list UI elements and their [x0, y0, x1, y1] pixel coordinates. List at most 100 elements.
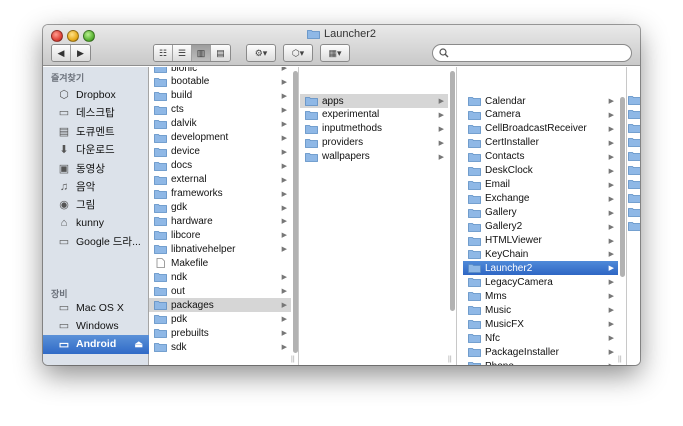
folder-item[interactable]: packages ▶: [149, 298, 291, 313]
folder-item[interactable]: Launcher2 ▶: [463, 261, 618, 276]
folder-item[interactable]: providers ▶: [300, 136, 448, 150]
icon-view-button[interactable]: ☷: [154, 45, 173, 61]
folder-item[interactable]: cts ▶: [149, 103, 291, 117]
folder-icon: [305, 152, 318, 162]
sidebar-item-android[interactable]: ▭ Android ⏏: [43, 334, 149, 354]
column-resize-handle[interactable]: ||: [448, 356, 452, 363]
folder-icon: [307, 30, 320, 39]
dropbox-menu-button[interactable]: ⬡▾: [283, 44, 313, 62]
folder-item[interactable]: Gallery ▶: [463, 206, 618, 220]
folder-item[interactable]: Nfc ▶: [463, 331, 618, 345]
folder-item[interactable]: LegacyCamera ▶: [463, 275, 618, 289]
folder-item[interactable]: Phone ▶: [463, 359, 618, 365]
item-name: docs: [171, 160, 193, 172]
item-name: build: [171, 90, 193, 102]
folder-item[interactable]: libcore ▶: [149, 228, 291, 242]
folder-item[interactable]: CellBroadcastReceiver ▶: [463, 122, 618, 136]
arrange-menu-button[interactable]: ▦▾: [320, 44, 350, 62]
folder-item[interactable]: hardware ▶: [149, 214, 291, 228]
folder-item[interactable]: Mms ▶: [463, 289, 618, 303]
item-name: CertInstaller: [485, 137, 539, 149]
disclosure-arrow-icon: ▶: [608, 125, 614, 133]
folder-item[interactable]: out ▶: [149, 284, 291, 298]
folder-icon: [468, 138, 481, 148]
sidebar-item-도큐멘트[interactable]: ▤ 도큐멘트: [43, 122, 149, 141]
folder-item[interactable]: build ▶: [149, 89, 291, 103]
folder-item[interactable]: bionic ▶: [149, 67, 291, 75]
folder-item[interactable]: Camera ▶: [463, 108, 618, 122]
folder-item[interactable]: frameworks ▶: [149, 187, 291, 201]
search-input[interactable]: [453, 46, 623, 60]
folder-item[interactable]: Exchange ▶: [463, 192, 618, 206]
folder-item[interactable]: external ▶: [149, 173, 291, 187]
folder-item[interactable]: docs ▶: [149, 159, 291, 173]
sidebar-item-label: 그림: [76, 199, 96, 212]
folder-item[interactable]: inputmethods ▶: [300, 122, 448, 136]
folder-icon: [628, 165, 640, 175]
action-menu-button[interactable]: ⚙▾: [246, 44, 276, 62]
column-scrollbar[interactable]: [293, 71, 298, 353]
folder-item[interactable]: KeyChain ▶: [463, 247, 618, 261]
sidebar-item-windows[interactable]: ▭ Windows: [43, 316, 149, 335]
column-android-root[interactable]: bionic ▶ bootable ▶ build ▶ cts ▶ dalvik ▶ develop…: [149, 67, 299, 365]
file-item[interactable]: Makefile: [149, 256, 291, 270]
folder-item[interactable]: bootable ▶: [149, 75, 291, 89]
folder-icon: [305, 138, 318, 148]
folder-item[interactable]: Calendar ▶: [463, 94, 618, 108]
folder-item[interactable]: gdk ▶: [149, 201, 291, 215]
sidebar-item-동영상[interactable]: ▣ 동영상: [43, 159, 149, 178]
search-field[interactable]: [432, 44, 632, 62]
folder-item[interactable]: device ▶: [149, 145, 291, 159]
folder-item[interactable]: DeskClock ▶: [463, 164, 618, 178]
item-name: ndk: [171, 271, 188, 283]
coverflow-view-button[interactable]: ▤: [211, 45, 230, 61]
list-view-button[interactable]: ☰: [173, 45, 192, 61]
folder-icon: [154, 67, 167, 73]
disclosure-arrow-icon: ▶: [608, 195, 614, 203]
folder-item[interactable]: prebuilts ▶: [149, 326, 291, 340]
sidebar-item-kunny[interactable]: ⌂ kunny: [43, 214, 149, 233]
sidebar-item-mac-os-x[interactable]: ▭ Mac OS X: [43, 298, 149, 317]
folder-item[interactable]: HTMLViewer ▶: [463, 234, 618, 248]
column-resize-handle[interactable]: ||: [291, 356, 295, 363]
folder-item[interactable]: Email ▶: [463, 178, 618, 192]
folder-item[interactable]: Music ▶: [463, 303, 618, 317]
folder-item[interactable]: Gallery2 ▶: [463, 220, 618, 234]
column-apps[interactable]: Calendar ▶ Camera ▶ CellBroadcastReceiver ▶ Ce…: [463, 67, 627, 365]
folder-item[interactable]: PackageInstaller ▶: [463, 345, 618, 359]
item-name: experimental: [322, 109, 380, 121]
sidebar-item-google-드라[interactable]: ▭ Google 드라...: [43, 232, 149, 251]
folder-item[interactable]: sdk ▶: [149, 340, 291, 354]
folder-item[interactable]: ndk ▶: [149, 270, 291, 284]
view-mode-control: ☷ ☰ ▥ ▤: [153, 44, 231, 62]
folder-icon: [628, 151, 640, 161]
folder-item[interactable]: MusicFX ▶: [463, 317, 618, 331]
folder-icon: [628, 96, 640, 105]
folder-item[interactable]: CertInstaller ▶: [463, 136, 618, 150]
folder-item[interactable]: development ▶: [149, 131, 291, 145]
column-resize-handle[interactable]: ||: [618, 356, 622, 363]
folder-item[interactable]: libnativehelper ▶: [149, 242, 291, 256]
back-button[interactable]: ◀: [52, 45, 71, 61]
column-view-button[interactable]: ▥: [192, 45, 211, 61]
folder-item[interactable]: wallpapers ▶: [300, 150, 448, 164]
item-name: packages: [171, 299, 214, 311]
column-scrollbar[interactable]: [450, 71, 455, 311]
sidebar-item-다운로드[interactable]: ⬇ 다운로드: [43, 140, 149, 159]
sidebar-item-음악[interactable]: ♫ 음악: [43, 177, 149, 196]
sidebar-item-dropbox[interactable]: ⬡ Dropbox: [43, 85, 149, 104]
disclosure-arrow-icon: ▶: [281, 176, 287, 184]
folder-item[interactable]: pdk ▶: [149, 312, 291, 326]
folder-item[interactable]: apps ▶: [300, 94, 448, 108]
forward-button[interactable]: ▶: [71, 45, 90, 61]
disclosure-arrow-icon: ▶: [281, 274, 287, 282]
item-name: Camera: [485, 109, 521, 121]
column-packages[interactable]: apps ▶ experimental ▶ inputmethods ▶ providers…: [300, 67, 457, 365]
folder-item[interactable]: experimental ▶: [300, 108, 448, 122]
folder-item[interactable]: Contacts ▶: [463, 150, 618, 164]
sidebar-item-데스크탑[interactable]: ▭ 데스크탑: [43, 103, 149, 122]
eject-icon[interactable]: ⏏: [134, 339, 143, 350]
column-scrollbar[interactable]: [620, 97, 625, 277]
folder-item[interactable]: dalvik ▶: [149, 117, 291, 131]
sidebar-item-그림[interactable]: ◉ 그림: [43, 195, 149, 214]
